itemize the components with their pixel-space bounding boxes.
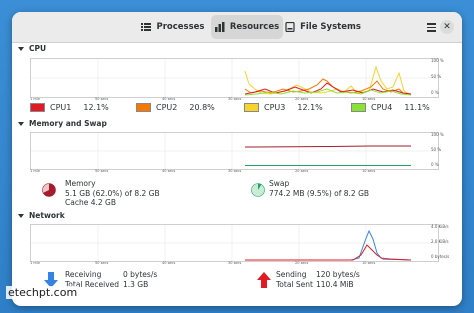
network-time-label: 20 secs (295, 261, 309, 265)
tab-file-systems-label: File Systems (300, 22, 361, 32)
sending-rate: 120 bytes/s (316, 270, 360, 279)
cpu3-legend[interactable]: CPU3 12.1% (244, 103, 323, 112)
memory-info: Memory 5.1 GB (62.0%) of 8.2 GB Cache 4.… (65, 179, 160, 208)
swap-usage-value: 774.2 MB (9.5%) of 8.2 GB (269, 188, 370, 198)
network-section-title[interactable]: Network (18, 211, 65, 220)
cpu-time-label: 40 secs (162, 97, 176, 101)
cpu2-legend[interactable]: CPU2 20.8% (136, 103, 215, 112)
cpu1-color-swatch[interactable] (30, 103, 45, 112)
memory-time-label: 30 secs (228, 169, 242, 173)
receiving-rate: 0 bytes/s (123, 270, 158, 279)
memory-time-label: 40 secs (162, 169, 176, 173)
network-time-label: 50 secs (95, 261, 109, 265)
expander-triangle-icon (18, 46, 24, 51)
cpu4-legend[interactable]: CPU4 11.1% (351, 103, 430, 112)
memory-y-label: 100 % (431, 132, 444, 137)
system-monitor-window: Processes Resources File Systems ✕ CPU 1… (12, 12, 462, 306)
memory-time-label: 20 secs (295, 169, 309, 173)
memory-y-label: 50 % (431, 147, 442, 152)
memory-pie-icon[interactable] (42, 182, 56, 197)
memory-time-label: 1 min (30, 169, 40, 173)
network-time-label: 40 secs (162, 261, 176, 265)
expander-triangle-icon (18, 213, 24, 218)
list-icon (141, 22, 152, 32)
memory-time-label: 50 secs (95, 169, 109, 173)
memory-section-title[interactable]: Memory and Swap (18, 119, 107, 128)
total-sent-value: 110.4 MiB (316, 279, 354, 289)
tab-resources-label: Resources (229, 22, 280, 32)
cpu-graph (30, 58, 439, 98)
network-y-label: 2.0 KiB/s (431, 239, 449, 244)
cpu-time-label: 1 min (30, 97, 40, 101)
disk-icon (285, 21, 295, 33)
watermark: etechpt.com (6, 286, 80, 299)
swap-pie-icon[interactable] (251, 182, 265, 197)
cache-value: Cache 4.2 GB (65, 198, 116, 207)
headerbar: Processes Resources File Systems ✕ (12, 12, 462, 43)
total-received-value: 1.3 GB (123, 279, 149, 289)
network-y-label: 4.0 KiB/s (431, 224, 449, 229)
network-time-label: 30 secs (228, 261, 242, 265)
receiving-label: Receiving (65, 270, 102, 279)
cpu-time-label: 30 secs (228, 97, 242, 101)
cpu-section-title[interactable]: CPU (18, 44, 46, 53)
sending-label: Sending (276, 270, 307, 279)
expander-triangle-icon (18, 121, 24, 126)
hamburger-menu-icon[interactable] (427, 21, 436, 33)
total-sent-label: Total Sent (276, 279, 313, 289)
swap-label: Swap (269, 179, 290, 188)
memory-graph (30, 132, 439, 170)
cpu-time-label: 20 secs (295, 97, 309, 101)
network-time-label: 1 min (30, 261, 40, 265)
cpu4-color-swatch[interactable] (351, 103, 366, 112)
chart-icon (214, 22, 225, 32)
network-time-label: 10 secs (362, 261, 376, 265)
memory-label: Memory (65, 179, 96, 188)
network-graph (30, 224, 439, 262)
close-icon[interactable]: ✕ (440, 20, 454, 34)
cpu-time-label: 50 secs (95, 97, 109, 101)
sending-arrow-icon[interactable] (257, 272, 271, 288)
memory-y-label: 0 % (431, 162, 439, 167)
tab-processes-label: Processes (156, 22, 205, 32)
cpu-y-label: 0 % (431, 90, 439, 95)
cpu-time-label: 10 secs (362, 97, 376, 101)
cpu-y-label: 100 % (431, 58, 444, 63)
network-y-label: 0 bytes/s (431, 254, 450, 259)
tab-processes[interactable]: Processes (140, 15, 206, 39)
tab-file-systems[interactable]: File Systems (284, 15, 362, 39)
swap-info: Swap 774.2 MB (9.5%) of 8.2 GB (269, 179, 369, 198)
cpu2-color-swatch[interactable] (136, 103, 151, 112)
cpu-y-label: 50 % (431, 74, 442, 79)
memory-usage-value: 5.1 GB (62.0%) of 8.2 GB (65, 188, 160, 198)
sending-info: Sending 120 bytes/s Total Sent 110.4 MiB (276, 270, 360, 289)
cpu1-legend[interactable]: CPU1 12.1% (30, 103, 109, 112)
tab-resources[interactable]: Resources (211, 15, 283, 39)
memory-time-label: 10 secs (362, 169, 376, 173)
cpu3-color-swatch[interactable] (244, 103, 259, 112)
